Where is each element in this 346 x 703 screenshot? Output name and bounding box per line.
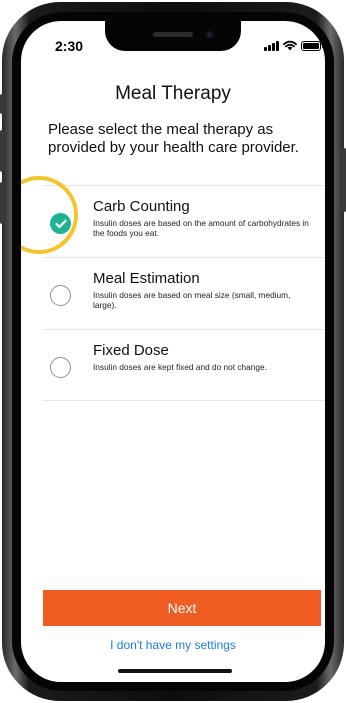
status-icons [264, 37, 324, 51]
option-title: Fixed Dose [93, 342, 169, 359]
option-title: Meal Estimation [93, 270, 200, 287]
page-title: Meal Therapy [115, 83, 231, 104]
volume-up-button [0, 130, 4, 172]
option-title: Carb Counting [93, 198, 190, 215]
camera-icon [205, 30, 214, 39]
option-description: Insulin doses are based on the amount of… [93, 218, 309, 238]
notch [105, 21, 241, 51]
instruction-text: Please select the meal therapy as provid… [48, 121, 299, 156]
option-fixed-dose[interactable]: Fixed Dose Insulin doses are kept fixed … [42, 329, 325, 401]
option-description: Insulin doses are based on meal size (sm… [93, 290, 291, 310]
volume-down-button [0, 182, 4, 224]
radio-unselected[interactable] [50, 357, 71, 378]
option-carb-counting[interactable]: Carb Counting Insulin doses are based on… [42, 185, 325, 257]
home-indicator[interactable] [118, 669, 232, 673]
option-meal-estimation[interactable]: Meal Estimation Insulin doses are based … [42, 257, 325, 329]
status-time: 2:30 [55, 38, 84, 54]
mute-switch [0, 94, 4, 114]
radio-unselected[interactable] [50, 285, 71, 306]
battery-icon [301, 41, 324, 51]
wifi-icon [283, 40, 297, 51]
next-button[interactable]: Next [43, 590, 321, 626]
app-screen: 2:30 Meal Therapy Please select the meal… [21, 21, 325, 682]
no-settings-link[interactable]: I don't have my settings [21, 638, 325, 652]
power-button [342, 148, 346, 212]
meal-therapy-options: Carb Counting Insulin doses are based on… [42, 185, 325, 401]
option-description: Insulin doses are kept fixed and do not … [93, 362, 267, 372]
signal-icon [264, 40, 279, 51]
speaker-grille [153, 32, 193, 37]
